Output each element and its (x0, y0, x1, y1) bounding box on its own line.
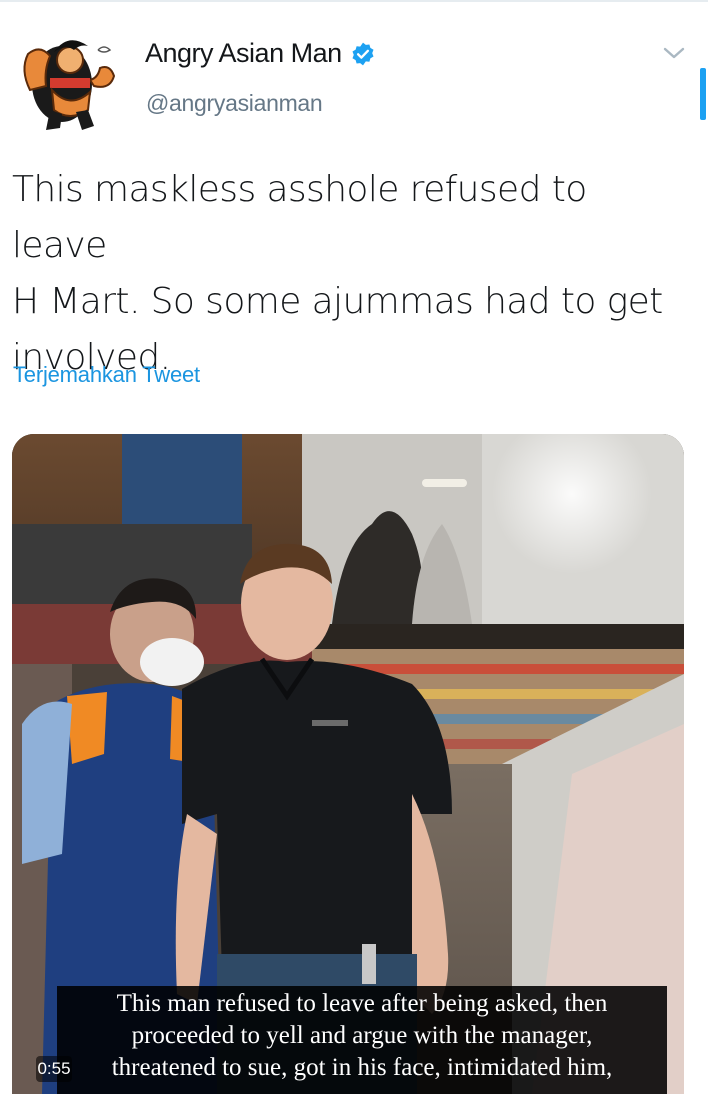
author-handle[interactable]: @angryasianman (146, 90, 323, 117)
caption-line: threatened to sue, got in his face, inti… (111, 1054, 613, 1081)
translate-tweet-link[interactable]: Terjemahkan Tweet (13, 362, 200, 388)
verified-badge-icon (352, 42, 374, 65)
video-player[interactable]: This man refused to leave after being as… (12, 434, 684, 1094)
profile-avatar[interactable] (10, 30, 120, 134)
top-divider (0, 0, 708, 2)
video-duration-badge: 0:55 (36, 1056, 72, 1082)
author-display-name[interactable]: Angry Asian Man (145, 38, 342, 69)
chevron-down-icon[interactable] (662, 44, 686, 62)
caption-line: This man refused to leave after being as… (116, 990, 608, 1017)
video-caption: This man refused to leave after being as… (57, 986, 667, 1094)
avatar-illustration (23, 40, 116, 130)
author-name-row[interactable]: Angry Asian Man (145, 38, 376, 69)
tweet-text: This maskless asshole refused to leave H… (12, 162, 672, 386)
scroll-indicator (700, 68, 706, 120)
caption-line: proceeded to yell and argue with the man… (131, 1022, 593, 1049)
tweet-text-line: This maskless asshole refused to leave (12, 169, 587, 266)
tweet-text-line: H Mart. So some ajummas had to get (12, 281, 663, 322)
